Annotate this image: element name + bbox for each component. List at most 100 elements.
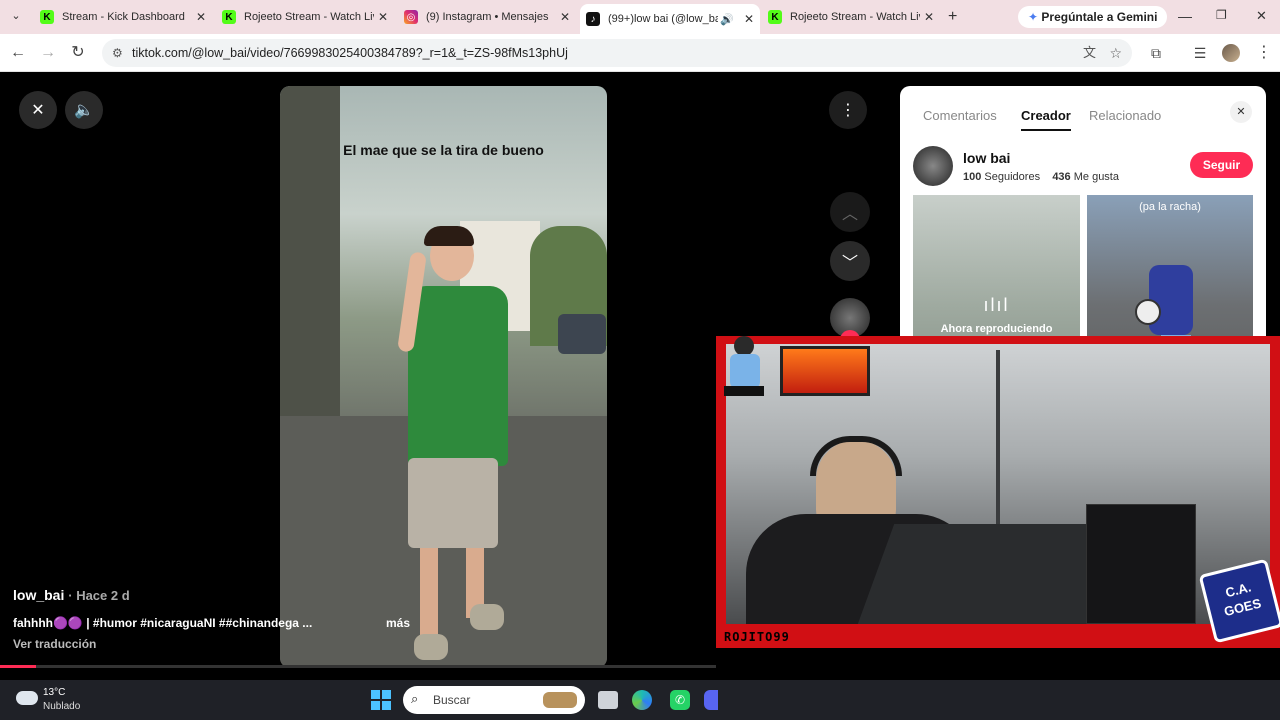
restore-icon[interactable]: ❐ [1216,8,1227,22]
streamer-name: ROJITO99 [724,630,790,644]
search-placeholder: Buscar [433,693,471,707]
tab-rojeeto-stream-2[interactable]: K Rojeeto Stream - Watch Live ✕ [762,4,940,30]
audio-playing-icon[interactable]: 🔊 [720,13,734,26]
sticker-head [734,336,754,356]
pc-tower [1086,504,1196,624]
close-icon[interactable]: ✕ [560,10,570,24]
bookmark-star-icon[interactable]: ☆ [1109,39,1122,67]
extensions-icon[interactable]: ⧉ [1146,43,1166,63]
likes-count: 436 [1052,171,1071,183]
video-player[interactable]: El mae que se la tira de bueno más [280,86,607,668]
gemini-button[interactable]: ✦ Pregúntale a Gemini [1018,6,1168,28]
edge-icon[interactable] [632,690,652,710]
reading-list-icon[interactable]: ☰ [1190,43,1210,63]
now-playing-label: Ahora reproduciendo [940,323,1053,335]
person-shirt [408,286,508,466]
video-description: fahhhh🟣🟣 | #humor #nicaraguaNI ##chinand… [13,616,313,630]
forward-arrow-icon[interactable]: → [38,43,58,63]
tab-label: Rojeeto Stream - Watch Live [244,11,374,23]
tab-comments[interactable]: Comentarios [923,108,997,123]
post-time: · Hace 2 d [68,588,130,603]
thumb2-person-shirt [1149,265,1193,335]
fireplace-screen [780,346,870,396]
windows-start-icon[interactable] [371,690,391,710]
creator-panel-avatar[interactable] [913,146,953,186]
person-shorts [408,458,498,548]
weather-desc[interactable]: Nublado [43,701,80,712]
monitor [857,524,1125,624]
translate-link[interactable]: Ver traducción [13,637,96,651]
site-info-icon[interactable]: ⚙ [112,39,123,67]
close-icon[interactable]: ✕ [196,10,206,24]
stream-webcam-overlay: ROJITO99 C.A. GOES [716,336,1280,648]
close-video-button[interactable]: ✕ [19,91,57,129]
discord-icon[interactable] [704,690,718,710]
taskbar-search[interactable]: ⌕ Buscar [403,686,585,714]
minimize-icon[interactable]: — [1178,8,1192,24]
gemini-label: Pregúntale a Gemini [1041,10,1158,24]
tab-creator[interactable]: Creador [1021,108,1071,131]
follow-button[interactable]: Seguir [1190,152,1253,178]
next-video-button[interactable]: ﹀ [830,241,870,281]
close-icon[interactable]: ✕ [924,10,934,24]
new-tab-button[interactable]: + [948,8,957,26]
url-field[interactable]: ⚙ tiktok.com/@low_bai/video/766998302540… [102,39,1132,67]
weather-temp[interactable]: 13°C [43,687,65,698]
creator-stats: 100 Seguidores 436 Me gusta [963,171,1119,183]
creator-name[interactable]: low bai [963,150,1010,166]
back-arrow-icon[interactable]: ← [8,43,28,63]
person-hair [424,226,474,246]
close-icon[interactable]: ✕ [744,12,754,26]
tab-label: Rojeeto Stream - Watch Live [790,11,920,23]
soccer-ball-icon [1135,299,1161,325]
followers-count: 100 [963,171,982,183]
tab-tiktok-active[interactable]: ♪ (99+)low bai (@low_bai) 🔊 ✕ [580,4,760,34]
tab-rojeeto-stream[interactable]: K Rojeeto Stream - Watch Live ✕ [216,4,394,30]
tab-label: (9) Instagram • Mensajes [426,11,549,23]
file-explorer-icon[interactable] [598,691,618,709]
video-caption-overlay: El mae que se la tira de bueno [343,142,544,158]
kick-icon: K [222,10,236,24]
prev-video-button[interactable]: ︿ [830,192,870,232]
tab-bar: ⌄ K Stream - Kick Dashboard ✕ K Rojeeto … [0,0,1280,34]
now-playing-bars-icon: ılıl [983,295,1010,315]
tab-instagram[interactable]: ◎ (9) Instagram • Mensajes ✕ [398,4,576,30]
close-icon[interactable]: ✕ [378,10,388,24]
url-text: tiktok.com/@low_bai/video/76699830254003… [132,46,568,60]
kick-icon: K [768,10,782,24]
kick-icon: K [40,10,54,24]
thumb2-text: (pa la racha) [1139,201,1201,213]
tab-label: Stream - Kick Dashboard [62,11,185,23]
tab-kick-dashboard[interactable]: K Stream - Kick Dashboard ✕ [34,4,212,30]
followers-label: Seguidores [984,171,1041,183]
tab-label: (99+)low bai (@low_bai) [608,13,718,25]
progress-fill [0,665,36,668]
progress-track[interactable] [0,665,716,668]
likes-label: Me gusta [1073,171,1119,183]
person-shoe-left [414,634,448,660]
instagram-icon: ◎ [404,10,418,24]
person-leg-left [420,548,438,638]
tab-list-chevron-icon[interactable]: ⌄ [8,9,24,25]
volume-button[interactable]: 🔈 [65,91,103,129]
more-options-button[interactable]: ⋮ [829,91,867,129]
author-name[interactable]: low_bai [13,587,64,603]
headphones-icon [810,436,902,476]
close-panel-icon[interactable]: ✕ [1230,101,1252,123]
webcam-feed [726,344,1270,624]
tiktok-icon: ♪ [586,12,600,26]
close-icon: ✕ [31,102,45,119]
translate-icon[interactable]: 文 [1083,39,1096,67]
profile-avatar[interactable] [1222,44,1240,62]
person-shoe-right [470,604,504,630]
more-link[interactable]: más [386,616,410,630]
sticker-jersey [730,354,760,388]
tab-related[interactable]: Relacionado [1089,108,1161,123]
speaker-icon: 🔈 [74,102,94,119]
reload-icon[interactable]: ↻ [68,43,88,63]
search-icon: ⌕ [411,691,419,706]
window-close-icon[interactable]: ✕ [1256,8,1267,24]
menu-kebab-icon[interactable]: ⋮ [1254,43,1274,63]
building-left [280,86,340,416]
whatsapp-icon[interactable]: ✆ [670,690,690,710]
